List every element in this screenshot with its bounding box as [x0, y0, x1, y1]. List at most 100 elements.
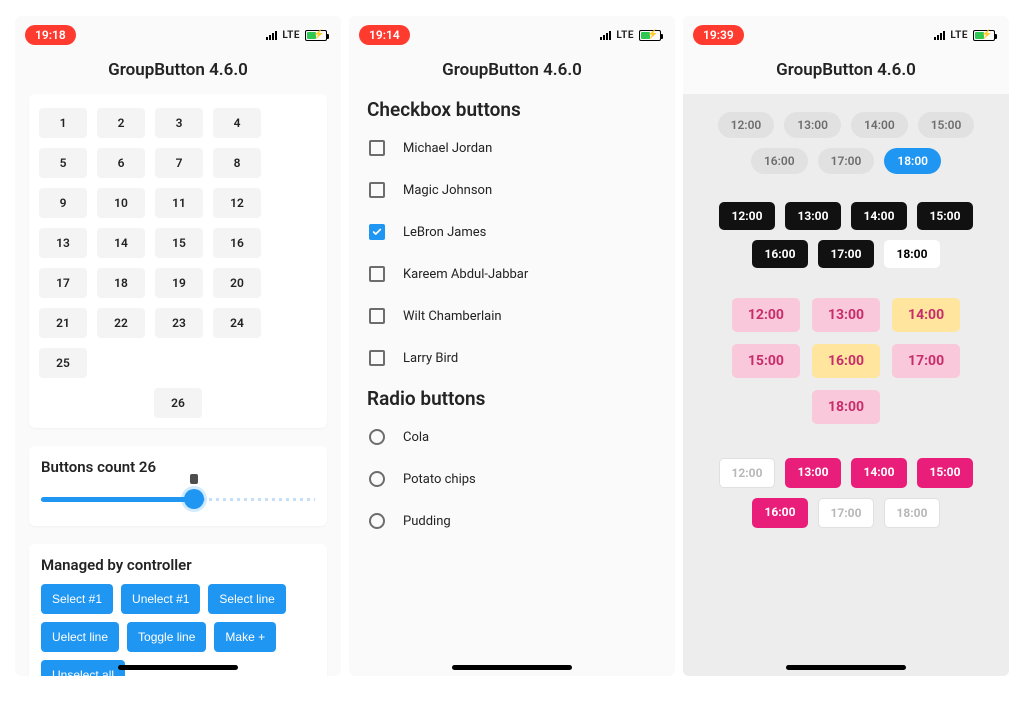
controller-button[interactable]: Select #1 — [41, 584, 113, 614]
number-tile[interactable]: 24 — [213, 308, 261, 338]
time-button[interactable]: 17:00 — [892, 344, 960, 378]
number-grid-card: 1234567891011121314151617181920212223242… — [29, 94, 327, 428]
time-button[interactable]: 13:00 — [785, 458, 841, 488]
radio-row[interactable]: Potato chips — [367, 458, 657, 500]
number-tile[interactable]: 13 — [39, 228, 87, 258]
checkbox-label: Michael Jordan — [403, 141, 492, 156]
radio-row[interactable]: Pudding — [367, 500, 657, 542]
checkbox-row[interactable]: Magic Johnson — [367, 169, 657, 211]
time-button[interactable]: 14:00 — [851, 202, 907, 230]
number-tile[interactable]: 9 — [39, 188, 87, 218]
number-tile[interactable]: 16 — [213, 228, 261, 258]
controller-button[interactable]: Unselect all — [41, 660, 125, 676]
checkbox-label: Magic Johnson — [403, 183, 492, 198]
checkbox-icon — [369, 224, 385, 240]
time-button[interactable]: 12:00 — [719, 458, 775, 488]
radio-icon — [369, 513, 385, 529]
time-button[interactable]: 16:00 — [812, 344, 880, 378]
time-button[interactable]: 18:00 — [884, 498, 940, 528]
checkbox-row[interactable]: LeBron James — [367, 211, 657, 253]
number-tile[interactable]: 23 — [155, 308, 203, 338]
number-tile[interactable]: 18 — [97, 268, 145, 298]
number-tile[interactable]: 26 — [154, 388, 202, 418]
checkbox-row[interactable]: Larry Bird — [367, 337, 657, 379]
time-button[interactable]: 17:00 — [818, 148, 875, 174]
controller-title: Managed by controller — [41, 556, 315, 574]
time-button[interactable]: 18:00 — [812, 390, 880, 424]
number-tile[interactable]: 4 — [213, 108, 261, 138]
home-indicator[interactable] — [118, 665, 238, 670]
time-button[interactable]: 14:00 — [892, 298, 960, 332]
time-button[interactable]: 13:00 — [784, 112, 841, 138]
radio-label: Pudding — [403, 514, 451, 529]
home-indicator[interactable] — [452, 665, 572, 670]
checkbox-icon — [369, 266, 385, 282]
slider-title: Buttons count 26 — [41, 458, 315, 476]
home-indicator[interactable] — [786, 665, 906, 670]
number-tile[interactable]: 20 — [213, 268, 261, 298]
controller-button[interactable]: Uelect line — [41, 622, 119, 652]
slider-card: Buttons count 26 — [29, 446, 327, 526]
time-button[interactable]: 16:00 — [752, 240, 808, 268]
controller-button[interactable]: Toggle line — [127, 622, 206, 652]
number-tile[interactable]: 19 — [155, 268, 203, 298]
controller-card: Managed by controller Select #1 Unelect #… — [29, 544, 327, 676]
time-button[interactable]: 16:00 — [751, 148, 808, 174]
checkbox-row[interactable]: Michael Jordan — [367, 127, 657, 169]
checkbox-row[interactable]: Wilt Chamberlain — [367, 295, 657, 337]
status-time: 19:39 — [693, 25, 744, 45]
number-tile[interactable]: 22 — [97, 308, 145, 338]
number-tile[interactable]: 1 — [39, 108, 87, 138]
time-button[interactable]: 13:00 — [785, 202, 841, 230]
signal-icon — [266, 31, 277, 40]
time-button[interactable]: 15:00 — [918, 112, 975, 138]
number-tile[interactable]: 11 — [155, 188, 203, 218]
checkbox-row[interactable]: Kareem Abdul-Jabbar — [367, 253, 657, 295]
number-tile[interactable]: 21 — [39, 308, 87, 338]
controller-button[interactable]: Select line — [208, 584, 285, 614]
radio-label: Potato chips — [403, 472, 476, 487]
number-tile[interactable]: 25 — [39, 348, 87, 378]
time-button[interactable]: 12:00 — [719, 202, 775, 230]
number-tile[interactable]: 17 — [39, 268, 87, 298]
number-tile[interactable]: 3 — [155, 108, 203, 138]
battery-icon: ⚡ — [639, 30, 661, 41]
time-button[interactable]: 17:00 — [818, 498, 874, 528]
status-bar: 19:39 LTE ⚡ — [683, 16, 1009, 54]
time-button[interactable]: 14:00 — [851, 458, 907, 488]
time-button[interactable]: 18:00 — [884, 240, 940, 268]
time-button[interactable]: 17:00 — [818, 240, 874, 268]
radio-row[interactable]: Cola — [367, 416, 657, 458]
status-bar: 19:18 LTE ⚡ — [15, 16, 341, 54]
number-tile[interactable]: 2 — [97, 108, 145, 138]
number-tile[interactable]: 6 — [97, 148, 145, 178]
lte-label: LTE — [616, 30, 634, 41]
time-button[interactable]: 13:00 — [812, 298, 880, 332]
number-tile[interactable]: 14 — [97, 228, 145, 258]
buttons-count-slider[interactable] — [41, 486, 315, 512]
number-tile[interactable]: 7 — [155, 148, 203, 178]
controller-button[interactable]: Unelect #1 — [121, 584, 200, 614]
time-button[interactable]: 12:00 — [718, 112, 775, 138]
status-right: LTE ⚡ — [600, 30, 661, 41]
controller-button[interactable]: Make + — [214, 622, 276, 652]
time-button[interactable]: 18:00 — [884, 148, 941, 174]
battery-icon: ⚡ — [973, 30, 995, 41]
time-button[interactable]: 15:00 — [917, 458, 973, 488]
time-button[interactable]: 16:00 — [752, 498, 808, 528]
number-tile[interactable]: 15 — [155, 228, 203, 258]
status-bar: 19:14 LTE ⚡ — [349, 16, 675, 54]
checkbox-label: Wilt Chamberlain — [403, 309, 502, 324]
time-button[interactable]: 14:00 — [851, 112, 908, 138]
time-button[interactable]: 12:00 — [732, 298, 800, 332]
number-tile[interactable]: 12 — [213, 188, 261, 218]
number-tile[interactable]: 10 — [97, 188, 145, 218]
lte-label: LTE — [282, 30, 300, 41]
app-title: GroupButton 4.6.0 — [683, 54, 1009, 94]
phone-2: 19:14 LTE ⚡ GroupButton 4.6.0 Checkbox b… — [349, 16, 675, 676]
time-button[interactable]: 15:00 — [732, 344, 800, 378]
signal-icon — [934, 31, 945, 40]
number-tile[interactable]: 8 — [213, 148, 261, 178]
time-button[interactable]: 15:00 — [917, 202, 973, 230]
number-tile[interactable]: 5 — [39, 148, 87, 178]
